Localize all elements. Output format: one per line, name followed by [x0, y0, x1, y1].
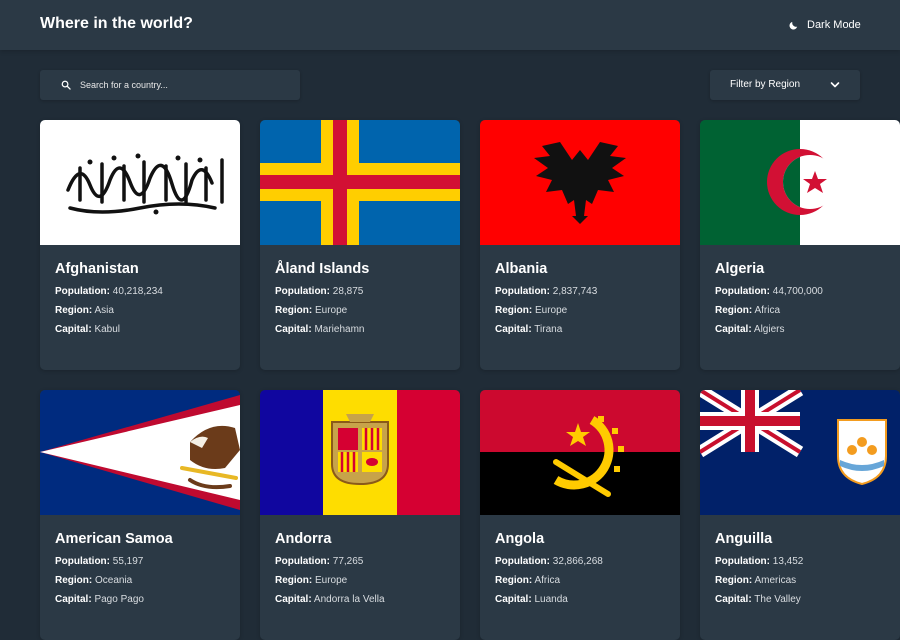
population-field: Population: 32,866,268 — [495, 556, 603, 567]
capital-field: Capital: Kabul — [55, 324, 121, 335]
country-name: Afghanistan — [55, 261, 139, 277]
region-field: Region: Oceania — [55, 575, 133, 586]
region-field: Region: Europe — [275, 575, 348, 586]
top-header: Where in the world? Dark Mode — [0, 0, 900, 50]
region-field: Region: Americas — [715, 575, 797, 586]
region-field: Region: Africa — [495, 575, 561, 586]
search-icon — [61, 80, 71, 90]
region-field: Region: Africa — [715, 305, 781, 316]
country-name: Algeria — [715, 261, 765, 277]
flag-angola — [480, 390, 680, 515]
population-field: Population: 77,265 — [275, 556, 364, 567]
capital-field: Capital: Andorra la Vella — [275, 594, 385, 605]
capital-field: Capital: Luanda — [495, 594, 568, 605]
country-card-anguilla[interactable]: Anguilla Population: 13,452 Region: Amer… — [700, 390, 900, 640]
flag-american-samoa — [40, 390, 240, 515]
filter-label: Filter by Region — [730, 79, 801, 90]
population-field: Population: 2,837,743 — [495, 286, 598, 297]
country-name: American Samoa — [55, 531, 173, 547]
country-card-angola[interactable]: Angola Population: 32,866,268 Region: Af… — [480, 390, 680, 640]
country-name: Angola — [495, 531, 545, 547]
country-card-afghanistan[interactable]: Afghanistan Population: 40,218,234 Regio… — [40, 120, 240, 370]
capital-field: Capital: Tirana — [495, 324, 563, 335]
country-card-algeria[interactable]: Algeria Population: 44,700,000 Region: A… — [700, 120, 900, 370]
country-card-american-samoa[interactable]: American Samoa Population: 55,197 Region… — [40, 390, 240, 640]
capital-field: Capital: The Valley — [715, 594, 801, 605]
country-card-albania[interactable]: Albania Population: 2,837,743 Region: Eu… — [480, 120, 680, 370]
capital-field: Capital: Mariehamn — [275, 324, 365, 335]
country-card-andorra[interactable]: Andorra Population: 77,265 Region: Europ… — [260, 390, 460, 640]
country-name: Anguilla — [715, 531, 773, 547]
country-name: Albania — [495, 261, 548, 277]
population-field: Population: 44,700,000 — [715, 286, 823, 297]
moon-icon — [789, 21, 798, 29]
capital-field: Capital: Pago Pago — [55, 594, 144, 605]
region-field: Region: Asia — [55, 305, 114, 316]
search-box — [40, 70, 300, 100]
country-card-aland-islands[interactable]: Åland Islands Population: 28,875 Region:… — [260, 120, 460, 370]
region-field: Region: Europe — [495, 305, 568, 316]
search-input[interactable] — [80, 70, 290, 100]
population-field: Population: 40,218,234 — [55, 286, 163, 297]
country-name: Andorra — [275, 531, 332, 547]
app-title: Where in the world? — [40, 15, 193, 32]
chevron-down-icon — [830, 82, 840, 88]
flag-algeria — [700, 120, 900, 245]
region-filter-dropdown[interactable]: Filter by Region — [710, 70, 860, 100]
flag-albania — [480, 120, 680, 245]
population-field: Population: 28,875 — [275, 286, 364, 297]
region-field: Region: Europe — [275, 305, 348, 316]
population-field: Population: 13,452 — [715, 556, 804, 567]
dark-mode-toggle[interactable]: Dark Mode — [788, 17, 861, 33]
population-field: Population: 55,197 — [55, 556, 144, 567]
country-name: Åland Islands — [275, 261, 370, 277]
capital-field: Capital: Algiers — [715, 324, 785, 335]
flag-andorra — [260, 390, 460, 515]
flag-anguilla — [700, 390, 900, 515]
flag-afghanistan — [40, 120, 240, 245]
flag-aland-islands — [260, 120, 460, 245]
dark-mode-label: Dark Mode — [807, 19, 861, 31]
